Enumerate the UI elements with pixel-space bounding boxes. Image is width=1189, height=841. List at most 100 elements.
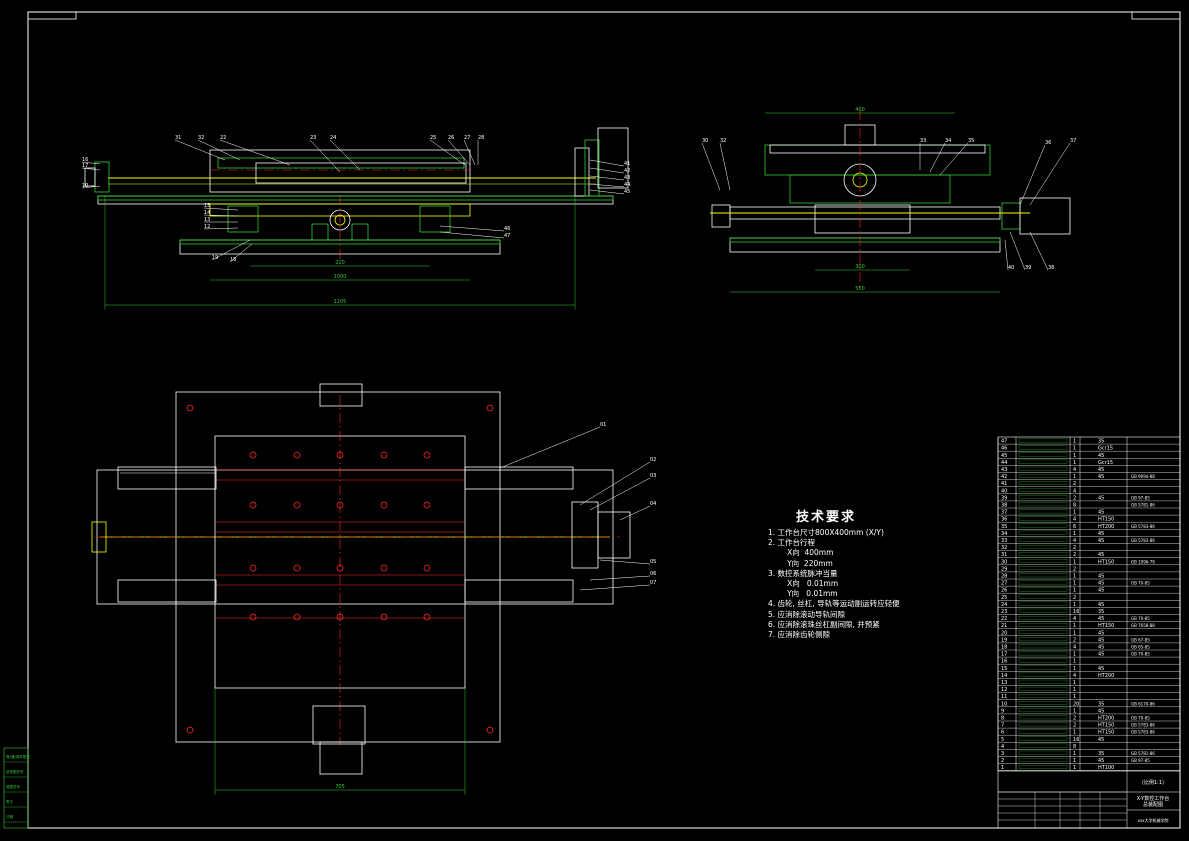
part-qty: 2 [1073,566,1076,572]
part-qty: 4 [1073,538,1076,544]
part-material: 45 [1098,581,1104,587]
tb-school: xxx大学机械学院 [1137,817,1168,823]
part-standard: GB 9094-88 [1131,474,1155,479]
part-number: 29 [1001,566,1007,572]
part-number: 36 [1001,517,1007,523]
dim-text: 220 [335,260,345,266]
balloon-label: 30 [702,138,708,144]
part-qty: 1 [1073,751,1076,757]
part-qty: 2 [1073,545,1076,551]
balloon-label: 15 [204,203,210,209]
technical-requirements: 技术要求 1. 工作台尺寸800X400mm (X/Y) 2. 工作台行程 X向… [768,506,900,640]
part-material: 35 [1098,751,1104,757]
tech-line: 5. 应消除滚动导轨间隙 [768,609,846,619]
part-qty: 4 [1073,517,1076,523]
part-standard: GB 6170-86 [1131,701,1155,706]
part-number: 44 [1001,460,1007,466]
part-qty: 4 [1073,467,1076,473]
stamp-label: 底图总号 [6,784,20,789]
tb-scale: (比例1:1) [1142,779,1164,786]
part-qty: 2 [1073,481,1076,487]
part-material: HT150 [1098,623,1114,629]
part-standard: GB 97-85 [1131,758,1150,763]
tech-line: X向 400mm [768,548,834,558]
part-qty: 1 [1073,581,1076,587]
part-number: 7 [1001,723,1004,729]
balloon-label: 10 [82,183,88,189]
part-qty: 1 [1073,474,1076,480]
part-qty: 1 [1073,666,1076,672]
part-qty: 20 [1073,701,1079,707]
part-number: 46 [1001,446,1007,452]
part-material: Gcr15 [1098,460,1113,466]
tb-project: X-Y数控工作台 [1137,795,1169,802]
part-qty: 1 [1073,687,1076,693]
part-material: HT200 [1098,716,1114,722]
sheet-background [0,0,1189,841]
part-material: 45 [1098,737,1104,743]
part-standard: GB 1096-79 [1131,559,1155,564]
part-number: 9 [1001,708,1004,714]
part-qty: 8 [1073,503,1076,509]
balloon-label: 35 [968,138,974,144]
tech-line: 2. 工作台行程 [768,538,816,548]
part-qty: 1 [1073,765,1076,771]
dim-text: 705 [335,784,345,790]
balloon-label: 03 [650,473,656,479]
balloon-label: 45 [624,189,630,195]
part-material: 45 [1098,666,1104,672]
part-number: 15 [1001,666,1007,672]
part-material: 45 [1098,652,1104,658]
tech-line: 4. 齿轮, 丝杠, 导轨等运动副运转应轻便 [768,599,900,609]
part-qty: 16 [1073,737,1079,743]
part-standard: GB 5781-86 [1131,503,1155,508]
balloon-label: 07 [650,580,656,586]
part-standard: GB 5783-86 [1131,730,1155,735]
balloon-label: 41 [624,161,630,167]
part-qty: 2 [1073,723,1076,729]
part-number: 31 [1001,552,1007,558]
part-number: 14 [1001,673,1007,679]
part-qty: 1 [1073,446,1076,452]
part-material: 45 [1098,474,1104,480]
part-qty: 1 [1073,708,1076,714]
part-number: 45 [1001,453,1007,459]
stamp-label: 签字 [6,799,13,804]
part-material: Gcr15 [1098,446,1113,452]
part-qty: 1 [1073,652,1076,658]
balloon-label: 04 [650,501,656,507]
part-material: 45 [1098,588,1104,594]
balloon-label: 19 [212,255,218,261]
part-number: 3 [1001,751,1004,757]
balloon-label: 42 [624,168,630,174]
part-qty: 1 [1073,730,1076,736]
part-standard: GB 5783-86 [1131,723,1155,728]
part-number: 33 [1001,538,1007,544]
part-number: 32 [1001,545,1007,551]
balloon-label: 33 [920,138,926,144]
part-qty: 8 [1073,744,1076,750]
part-standard: GB 70-85 [1131,616,1150,621]
part-qty: 1 [1073,588,1076,594]
part-standard: GB 5783-86 [1131,538,1155,543]
balloon-label: 40 [1008,265,1014,271]
part-number: 22 [1001,616,1007,622]
part-material: 45 [1098,510,1104,516]
part-qty: 1 [1073,559,1076,565]
part-qty: 1 [1073,630,1076,636]
tech-requirements-lines: 1. 工作台尺寸800X400mm (X/Y) 2. 工作台行程 X向 400m… [768,528,900,640]
part-qty: 1 [1073,758,1076,764]
part-number: 8 [1001,716,1004,722]
part-material: 45 [1098,467,1104,473]
part-standard: GB 70-85 [1131,652,1150,657]
part-material: 35 [1098,439,1104,445]
balloon-label: 23 [310,135,316,141]
dim-text: 400 [855,107,865,113]
part-material: 45 [1098,552,1104,558]
part-material: 45 [1098,630,1104,636]
part-material: 45 [1098,645,1104,651]
tech-line: 7. 应消除齿轮侧隙 [768,630,831,640]
part-number: 12 [1001,687,1007,693]
part-number: 19 [1001,637,1007,643]
part-material: 45 [1098,495,1104,501]
